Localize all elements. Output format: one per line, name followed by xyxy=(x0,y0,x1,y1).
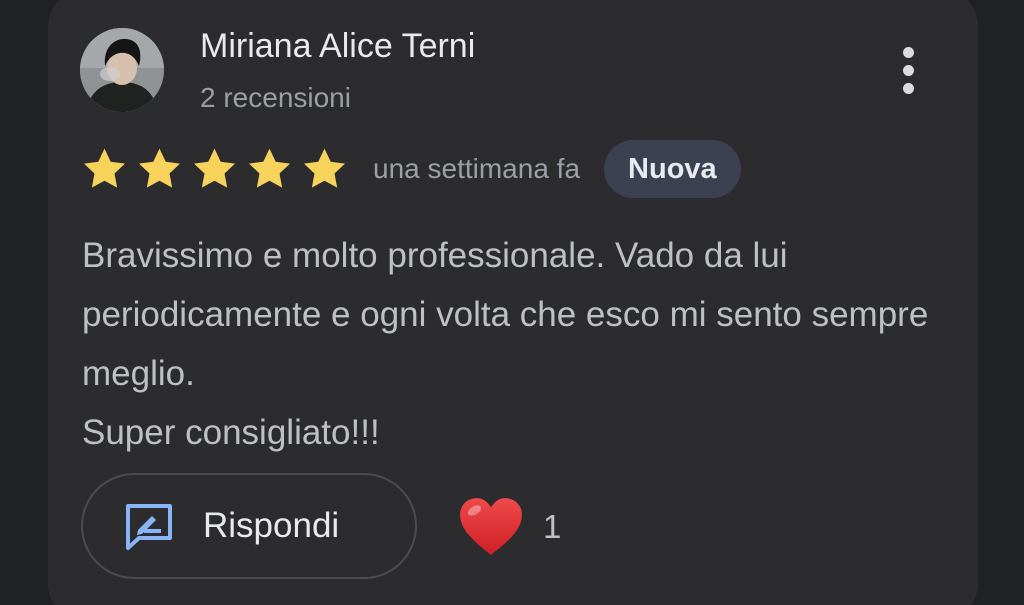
more-vertical-icon-dot xyxy=(902,82,914,94)
star-icon xyxy=(138,148,181,188)
rating-row: una settimana fa Nuova xyxy=(80,138,741,200)
star-icon xyxy=(83,148,126,188)
reply-button-label: Rispondi xyxy=(203,506,340,545)
avatar-photo xyxy=(80,28,164,112)
star-rating xyxy=(80,145,349,194)
star-icon xyxy=(248,148,291,188)
author-name[interactable]: Miriana Alice Terni xyxy=(200,27,475,66)
avatar[interactable] xyxy=(80,28,164,112)
author-review-count[interactable]: 2 recensioni xyxy=(200,82,351,114)
more-vertical-icon xyxy=(902,46,914,58)
reaction-count: 1 xyxy=(543,508,562,545)
more-options-button[interactable] xyxy=(888,40,928,100)
heart-reaction-icon xyxy=(460,498,522,555)
new-badge: Nuova xyxy=(604,140,741,198)
heart-icon[interactable] xyxy=(458,496,524,558)
more-vertical-icon-dot xyxy=(902,64,914,76)
review-time: una settimana fa xyxy=(373,153,581,184)
reply-edit-icon xyxy=(126,504,172,550)
reply-button[interactable]: Rispondi xyxy=(81,473,417,579)
review-text: Bravissimo e molto professionale. Vado d… xyxy=(82,236,929,452)
star-icon xyxy=(303,148,346,188)
star-icon xyxy=(193,148,236,188)
